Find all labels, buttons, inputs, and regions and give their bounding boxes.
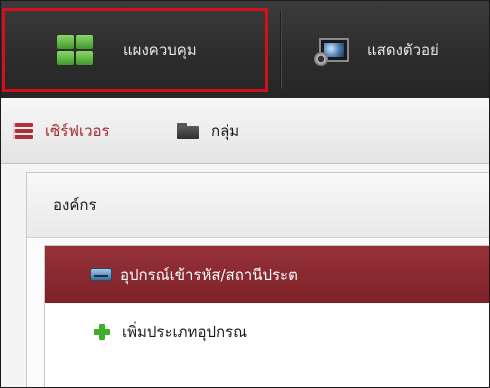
tab-bar: เซิร์ฟเวอร กลุ่ม bbox=[1, 98, 489, 164]
organization-panel: องค์กร อุปกรณ์เข้ารหัส/สถานีประต เพิ่มปร… bbox=[26, 172, 489, 387]
tab-group-label: กลุ่ม bbox=[211, 121, 240, 140]
device-type-list: อุปกรณ์เข้ารหัส/สถานีประต เพิ่มประเภทอุป… bbox=[44, 245, 489, 387]
add-device-type-button[interactable]: เพิ่มประเภทอุปกรณ bbox=[45, 303, 489, 360]
main-toolbar: แผงควบคุม แสดงตัวอย่ bbox=[1, 1, 489, 98]
tab-group[interactable]: กลุ่ม bbox=[177, 98, 239, 163]
panel-title: องค์กร bbox=[27, 173, 489, 238]
tab-server[interactable]: เซิร์ฟเวอร bbox=[13, 98, 110, 163]
control-panel-grid-icon bbox=[57, 34, 93, 65]
add-device-type-label: เพิ่มประเภทอุปกรณ bbox=[122, 322, 248, 341]
server-icon bbox=[13, 122, 33, 139]
plus-icon bbox=[94, 323, 110, 340]
tab-server-label: เซิร์ฟเวอร bbox=[45, 121, 110, 140]
live-view-button[interactable]: แสดงตัวอย่ bbox=[291, 1, 489, 98]
folder-icon bbox=[177, 122, 199, 139]
live-view-monitor-icon bbox=[314, 37, 349, 66]
toolbar-separator bbox=[280, 11, 282, 89]
app-window: แผงควบคุม แสดงตัวอย่ เซิร์ฟเวอร กลุ่ม อง… bbox=[0, 0, 490, 388]
list-item-encoding-device[interactable]: อุปกรณ์เข้ารหัส/สถานีประต bbox=[45, 246, 489, 303]
list-item-label: อุปกรณ์เข้ารหัส/สถานีประต bbox=[120, 265, 298, 284]
control-panel-label: แผงควบคุม bbox=[123, 40, 197, 59]
encoder-device-icon bbox=[90, 268, 112, 281]
live-view-label: แสดงตัวอย่ bbox=[367, 40, 439, 59]
control-panel-button[interactable]: แผงควบคุม bbox=[1, 1, 269, 98]
